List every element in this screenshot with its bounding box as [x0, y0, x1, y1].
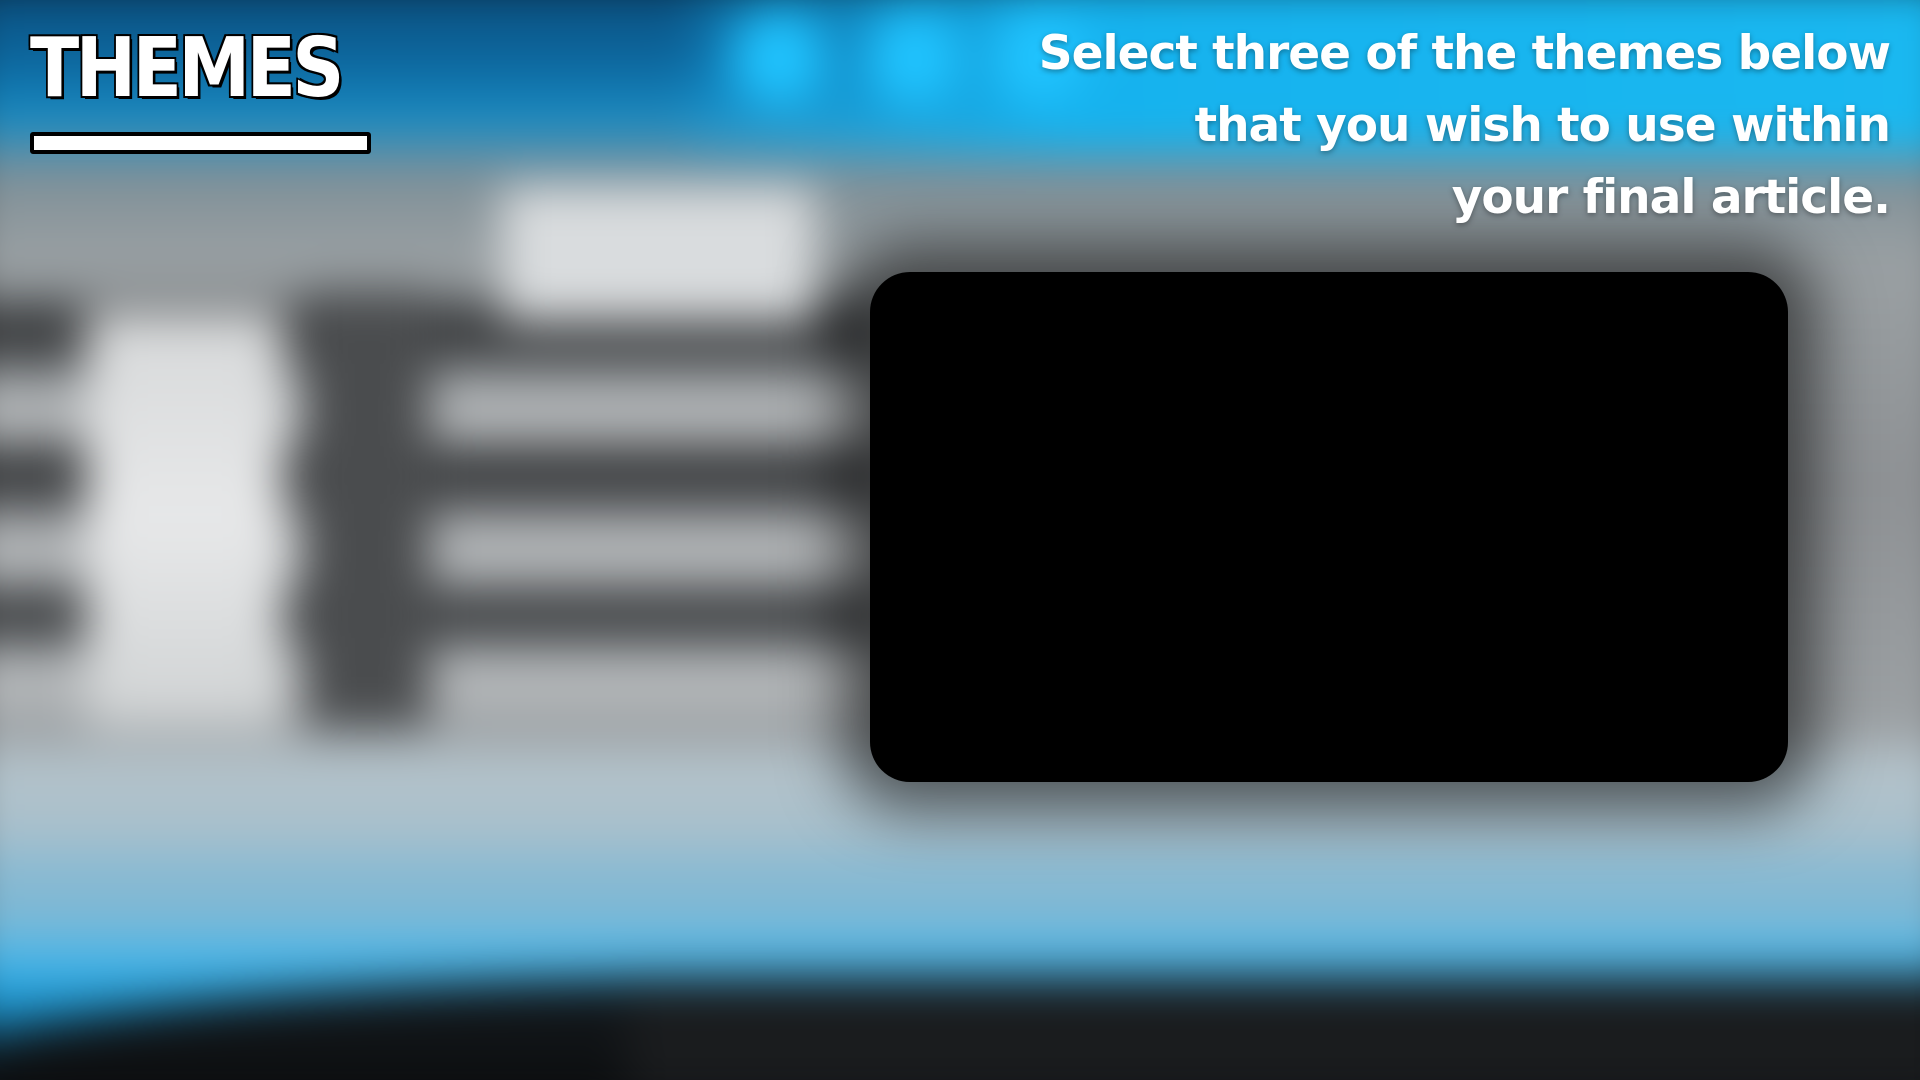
instructions-text: Select three of the themes below that yo… [1010, 18, 1891, 234]
background-floor-mid [627, 976, 1920, 1080]
background-light [866, 9, 960, 104]
background-pillar-dark [304, 290, 430, 728]
background-bright-block [502, 186, 815, 322]
instructions-line-1: Select three of the themes below [1038, 26, 1891, 81]
background-pillar [86, 311, 285, 728]
title-block: THEMES [29, 21, 371, 154]
background-light [731, 9, 825, 104]
title-underline [30, 132, 371, 154]
black-screen-panel [870, 272, 1788, 782]
instructions-line-2: that you wish to use within [1194, 98, 1891, 153]
instructions-line-3: your final article. [1451, 170, 1891, 225]
page-title: THEMES [29, 21, 346, 116]
slide: THEMES Select three of the themes below … [0, 0, 1920, 1080]
